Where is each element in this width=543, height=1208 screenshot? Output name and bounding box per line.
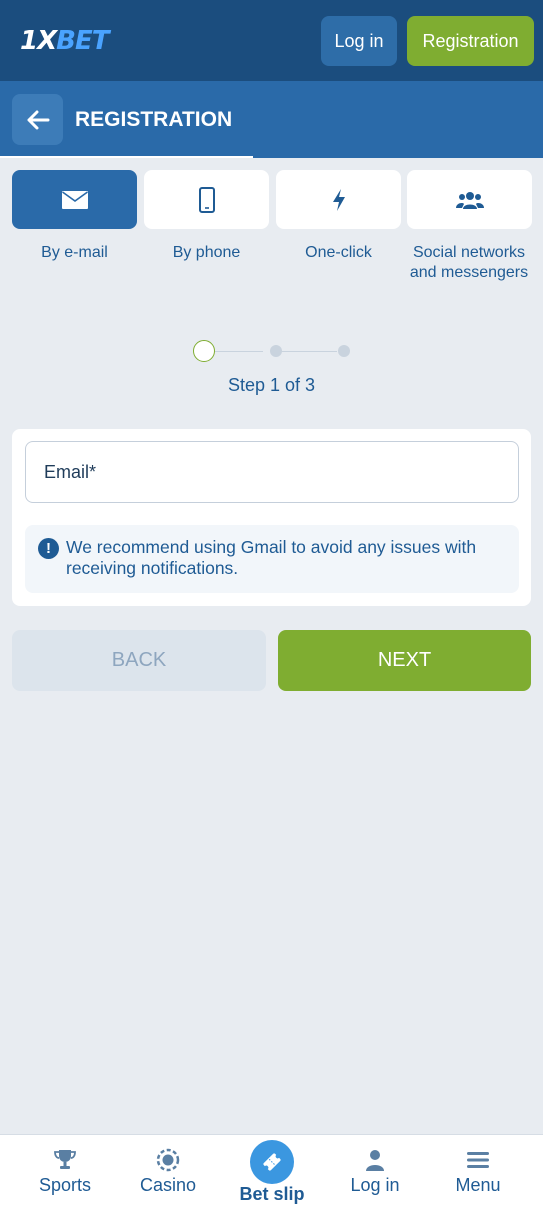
nav-label-sports: Sports bbox=[38, 1175, 92, 1195]
info-icon: ! bbox=[38, 538, 59, 559]
ticket-icon bbox=[250, 1140, 294, 1184]
back-button[interactable]: BACK bbox=[12, 630, 266, 691]
nav-label-menu: Menu bbox=[455, 1175, 501, 1195]
page-title: REGISTRATION bbox=[75, 108, 233, 131]
nav-label-login: Log in bbox=[350, 1175, 400, 1195]
next-button[interactable]: NEXT bbox=[278, 630, 531, 691]
logo-suffix: BET bbox=[56, 26, 109, 56]
nav-label-casino: Casino bbox=[139, 1175, 197, 1195]
method-label-social[interactable]: Social networks and messengers bbox=[404, 243, 534, 283]
method-label-one-click[interactable]: One-click bbox=[273, 243, 404, 263]
login-button[interactable]: Log in bbox=[321, 16, 397, 66]
brand-logo[interactable]: 1XBET bbox=[20, 26, 109, 56]
step-connector bbox=[275, 351, 337, 352]
user-icon bbox=[362, 1147, 388, 1173]
nav-label-bet-slip: Bet slip bbox=[239, 1184, 305, 1204]
step-counter: Step 1 of 3 bbox=[227, 375, 316, 395]
nav-login[interactable]: Log in bbox=[321, 1135, 429, 1208]
trophy-icon bbox=[52, 1147, 78, 1173]
step-connector bbox=[215, 351, 263, 352]
phone-icon bbox=[198, 186, 215, 213]
users-icon bbox=[455, 191, 484, 209]
method-tab-social[interactable] bbox=[407, 170, 532, 229]
nav-menu[interactable]: Menu bbox=[424, 1135, 532, 1208]
step-dot-current bbox=[193, 340, 215, 362]
back-arrow-button[interactable] bbox=[12, 94, 63, 145]
nav-sports[interactable]: Sports bbox=[11, 1135, 119, 1208]
step-dot bbox=[338, 345, 350, 357]
logo-prefix: 1X bbox=[20, 26, 57, 56]
lightning-icon bbox=[332, 188, 345, 211]
method-label-phone[interactable]: By phone bbox=[141, 243, 272, 263]
email-field[interactable] bbox=[25, 441, 519, 503]
step-progress bbox=[193, 340, 353, 362]
registration-button[interactable]: Registration bbox=[407, 16, 534, 66]
method-tab-one-click[interactable] bbox=[276, 170, 401, 229]
arrow-left-icon bbox=[27, 110, 49, 129]
nav-casino[interactable]: Casino bbox=[114, 1135, 222, 1208]
page-title-bar: REGISTRATION bbox=[0, 81, 543, 158]
method-tab-phone[interactable] bbox=[144, 170, 269, 229]
top-header: 1XBET Log in Registration bbox=[0, 0, 543, 81]
method-tab-email[interactable] bbox=[12, 170, 137, 229]
title-underline bbox=[0, 156, 253, 158]
gmail-notice: ! We recommend using Gmail to avoid any … bbox=[25, 525, 519, 593]
menu-icon bbox=[465, 1147, 491, 1173]
casino-chip-icon bbox=[155, 1147, 181, 1173]
notice-text: We recommend using Gmail to avoid any is… bbox=[66, 537, 477, 578]
step-dot bbox=[270, 345, 282, 357]
registration-form-card: ! We recommend using Gmail to avoid any … bbox=[12, 429, 531, 606]
nav-bet-slip[interactable]: Bet slip bbox=[218, 1135, 326, 1208]
method-label-email[interactable]: By e-mail bbox=[9, 243, 140, 263]
bottom-navigation: Sports Casino Bet slip Log in Menu bbox=[0, 1134, 543, 1208]
envelope-icon bbox=[61, 190, 88, 209]
